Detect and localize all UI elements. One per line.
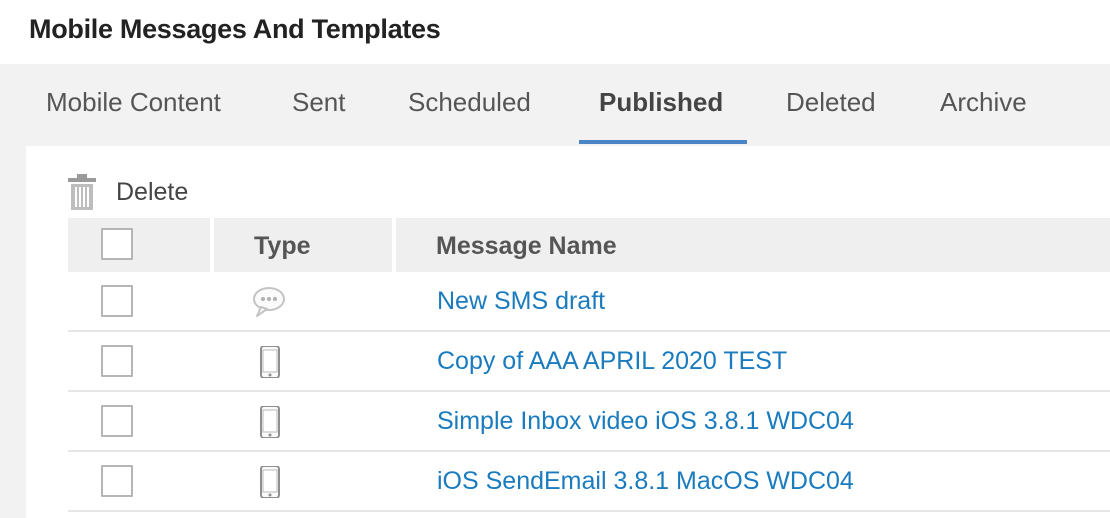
header-type-cell: Type: [214, 218, 392, 272]
trash-icon: [68, 174, 96, 210]
message-name-column-header[interactable]: Message Name: [436, 218, 617, 274]
message-name-link[interactable]: Copy of AAA APRIL 2020 TEST: [437, 332, 787, 390]
tab-published[interactable]: Published: [599, 64, 723, 146]
page-title: Mobile Messages And Templates: [29, 14, 441, 44]
row-checkbox[interactable]: [101, 285, 133, 317]
type-column-header[interactable]: Type: [254, 218, 311, 274]
table-row[interactable]: iOS SendEmail 3.8.1 MacOS WDC04: [68, 452, 1110, 512]
message-name-link[interactable]: Simple Inbox video iOS 3.8.1 WDC04: [437, 392, 854, 450]
tab-sent[interactable]: Sent: [292, 64, 346, 146]
select-all-checkbox[interactable]: [101, 228, 133, 260]
tab-deleted[interactable]: Deleted: [786, 64, 876, 146]
tab-scheduled[interactable]: Scheduled: [408, 64, 531, 146]
message-name-link[interactable]: iOS SendEmail 3.8.1 MacOS WDC04: [437, 452, 854, 510]
left-gutter: [0, 146, 26, 518]
header-select-cell: [68, 218, 210, 272]
row-checkbox[interactable]: [101, 465, 133, 497]
header-name-cell: Message Name: [396, 218, 1110, 272]
sms-bubble-icon: [253, 287, 285, 317]
tab-archive[interactable]: Archive: [940, 64, 1027, 146]
page-header: Mobile Messages And Templates: [0, 0, 1110, 64]
row-checkbox[interactable]: [101, 345, 133, 377]
table-row[interactable]: Copy of AAA APRIL 2020 TEST: [68, 332, 1110, 392]
tab-bar: Mobile Content Sent Scheduled Published …: [0, 64, 1110, 146]
table-row[interactable]: New SMS draft: [68, 272, 1110, 332]
delete-button[interactable]: Delete: [68, 174, 188, 210]
message-name-link[interactable]: New SMS draft: [437, 272, 605, 330]
mobile-phone-icon: [260, 466, 280, 498]
mobile-phone-icon: [260, 346, 280, 378]
active-tab-indicator: [579, 140, 747, 144]
tab-mobile-content[interactable]: Mobile Content: [46, 64, 221, 146]
row-checkbox[interactable]: [101, 405, 133, 437]
table-row[interactable]: Simple Inbox video iOS 3.8.1 WDC04: [68, 392, 1110, 452]
mobile-phone-icon: [260, 406, 280, 438]
delete-label: Delete: [116, 177, 189, 206]
